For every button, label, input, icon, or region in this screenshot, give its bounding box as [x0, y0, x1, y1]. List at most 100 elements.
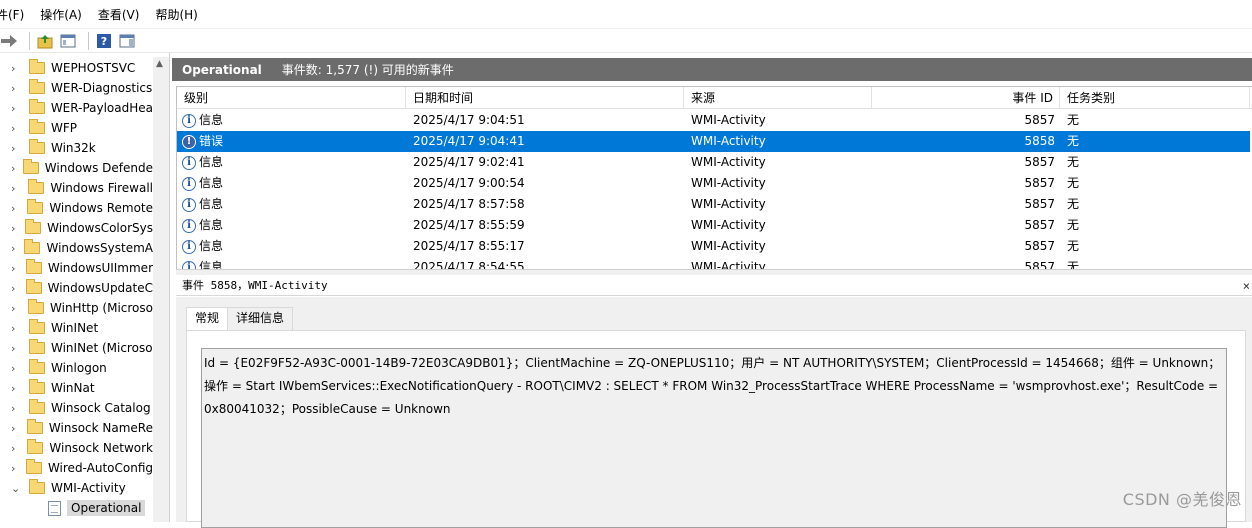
event-description[interactable]: Id = {E02F9F52-A93C-0001-14B9-72E03CA9DB… — [201, 348, 1227, 528]
tab-general[interactable]: 常规 — [186, 307, 229, 331]
tree-item-label: Winsock Catalog — [51, 401, 151, 415]
column-header-source[interactable]: 来源 — [684, 87, 872, 109]
close-icon[interactable]: × — [1243, 276, 1250, 296]
tree-item[interactable]: › Windows Remote — [0, 198, 153, 218]
folder-icon — [28, 99, 45, 114]
chevron-down-icon[interactable]: ⌄ — [11, 482, 22, 495]
chevron-right-icon[interactable]: › — [11, 282, 19, 295]
tree-item-label: WER-Diagnostics — [51, 81, 153, 95]
event-row[interactable]: i 信息 2025/4/17 8:54:55 WMI-Activity 5857 无 — [177, 257, 1250, 269]
pane-splitter[interactable] — [176, 269, 1252, 275]
event-row[interactable]: i 信息 2025/4/17 8:55:17 WMI-Activity 5857 无 — [177, 236, 1250, 257]
tree-item[interactable]: › WinNat — [0, 378, 153, 398]
tree-item[interactable]: › Win32k — [0, 138, 153, 158]
folder-up-icon[interactable] — [36, 32, 54, 50]
tree-item[interactable]: › WinINet (Microso — [0, 338, 153, 358]
chevron-right-icon[interactable]: › — [11, 102, 22, 115]
tree-item-label: WFP — [51, 121, 78, 135]
cell-source: WMI-Activity — [691, 260, 766, 269]
chevron-right-icon[interactable]: › — [11, 382, 22, 395]
tree-item[interactable]: › WinINet — [0, 318, 153, 338]
chevron-right-icon[interactable]: › — [11, 302, 21, 315]
tree-item[interactable]: › Winsock Catalog — [0, 398, 153, 418]
chevron-right-icon[interactable]: › — [11, 462, 19, 475]
chevron-right-icon[interactable]: › — [11, 442, 20, 455]
event-row[interactable]: ! 错误 2025/4/17 9:04:41 WMI-Activity 5858 无 — [177, 131, 1250, 152]
event-row[interactable]: i 信息 2025/4/17 8:55:59 WMI-Activity 5857 无 — [177, 215, 1250, 236]
chevron-right-icon[interactable]: › — [11, 142, 22, 155]
detail-title-bar: 事件 5858，WMI-Activity × — [176, 276, 1252, 296]
tree-scrollbar[interactable]: ▲ — [153, 57, 169, 522]
log-header: Operational 事件数: 1,577 (!) 可用的新事件 — [172, 58, 1252, 81]
chevron-right-icon[interactable]: › — [11, 182, 21, 195]
tree-item[interactable]: ⌄ WMI-Activity — [0, 478, 153, 498]
tree-item[interactable]: › Winsock Network — [0, 438, 153, 458]
event-row[interactable]: i 信息 2025/4/17 8:57:58 WMI-Activity 5857 无 — [177, 194, 1250, 215]
folder-icon — [28, 179, 45, 194]
chevron-right-icon[interactable]: › — [11, 122, 22, 135]
tree-item-operational[interactable]: Operational — [0, 498, 153, 518]
level-text: 信息 — [199, 260, 224, 269]
info-icon: i — [182, 155, 196, 170]
column-header-event-id[interactable]: 事件 ID — [872, 87, 1060, 109]
event-row[interactable]: i 信息 2025/4/17 9:00:54 WMI-Activity 5857 无 — [177, 173, 1250, 194]
tree-item-label: Winsock Network — [49, 441, 153, 455]
toolbar: ? — [0, 28, 1252, 53]
tree-item-label: WMI-Activity — [51, 481, 126, 495]
action-pane-icon[interactable] — [118, 32, 136, 50]
cell-source: WMI-Activity — [691, 155, 766, 169]
tree-item[interactable]: › WER-Diagnostics — [0, 78, 153, 98]
chevron-right-icon[interactable]: › — [11, 242, 17, 255]
cell-task: 无 — [1067, 197, 1080, 211]
svg-text:?: ? — [101, 35, 107, 48]
tree-item[interactable]: › WER-PayloadHea — [0, 98, 153, 118]
chevron-right-icon[interactable]: › — [11, 422, 20, 435]
show-hide-tree-icon[interactable] — [59, 32, 77, 50]
tree-item[interactable]: › WindowsUpdateC — [0, 278, 153, 298]
column-header-date[interactable]: 日期和时间 — [406, 87, 684, 109]
tree-item[interactable]: › Windows Defende — [0, 158, 153, 178]
tree-item[interactable]: › Windows Firewall — [0, 178, 153, 198]
tree-item-label: WEPHOSTSVC — [51, 61, 136, 75]
event-row[interactable]: i 信息 2025/4/17 9:04:51 WMI-Activity 5857 无 — [177, 110, 1250, 131]
chevron-right-icon[interactable]: › — [11, 402, 22, 415]
menu-view[interactable]: 查看(V) — [98, 6, 148, 23]
tree-item[interactable]: › WindowsUIImmer — [0, 258, 153, 278]
tree-item[interactable]: › WinHttp (Microso — [0, 298, 153, 318]
menu-file[interactable]: 件(F) — [0, 6, 32, 23]
folder-icon — [25, 459, 42, 474]
tree-item-label: Winlogon — [51, 361, 107, 375]
tree-item[interactable]: › WEPHOSTSVC — [0, 58, 153, 78]
chevron-right-icon[interactable]: › — [11, 162, 16, 175]
cell-task: 无 — [1067, 155, 1080, 169]
chevron-right-icon[interactable]: › — [11, 82, 22, 95]
chevron-right-icon[interactable]: › — [11, 222, 18, 235]
tree-item[interactable]: › WindowsSystemA — [0, 238, 153, 258]
watermark: CSDN @羌俊恩 — [1122, 490, 1242, 509]
column-header-task[interactable]: 任务类别 — [1060, 87, 1250, 109]
chevron-right-icon[interactable]: › — [11, 322, 22, 335]
menu-action[interactable]: 操作(A) — [40, 6, 90, 23]
chevron-right-icon[interactable]: › — [11, 202, 20, 215]
chevron-right-icon[interactable]: › — [11, 262, 19, 275]
tree-item-label: WinNat — [51, 381, 95, 395]
tree-item[interactable]: › Winsock NameRe — [0, 418, 153, 438]
tab-details[interactable]: 详细信息 — [227, 307, 294, 330]
scroll-up-icon[interactable]: ▲ — [156, 59, 163, 69]
tree-item-label: Windows Firewall — [50, 181, 153, 195]
tree-item[interactable]: › WindowsColorSys — [0, 218, 153, 238]
column-header-level[interactable]: 级别 — [177, 87, 406, 109]
event-row[interactable]: i 信息 2025/4/17 9:02:41 WMI-Activity 5857 无 — [177, 152, 1250, 173]
cell-source: WMI-Activity — [691, 239, 766, 253]
menu-help[interactable]: 帮助(H) — [155, 6, 205, 23]
event-grid: 级别 日期和时间 来源 事件 ID 任务类别 i 信息 2025/4/17 9:04… — [176, 86, 1252, 269]
tree-item[interactable]: › WFP — [0, 118, 153, 138]
chevron-right-icon[interactable]: › — [11, 362, 22, 375]
tree-item[interactable]: › Wired-AutoConfig — [0, 458, 153, 478]
tree-item[interactable]: › Winlogon — [0, 358, 153, 378]
forward-arrow-icon[interactable] — [0, 32, 18, 50]
folder-icon — [27, 439, 44, 454]
help-icon[interactable]: ? — [95, 32, 113, 50]
chevron-right-icon[interactable]: › — [11, 342, 22, 355]
chevron-right-icon[interactable]: › — [11, 62, 22, 75]
